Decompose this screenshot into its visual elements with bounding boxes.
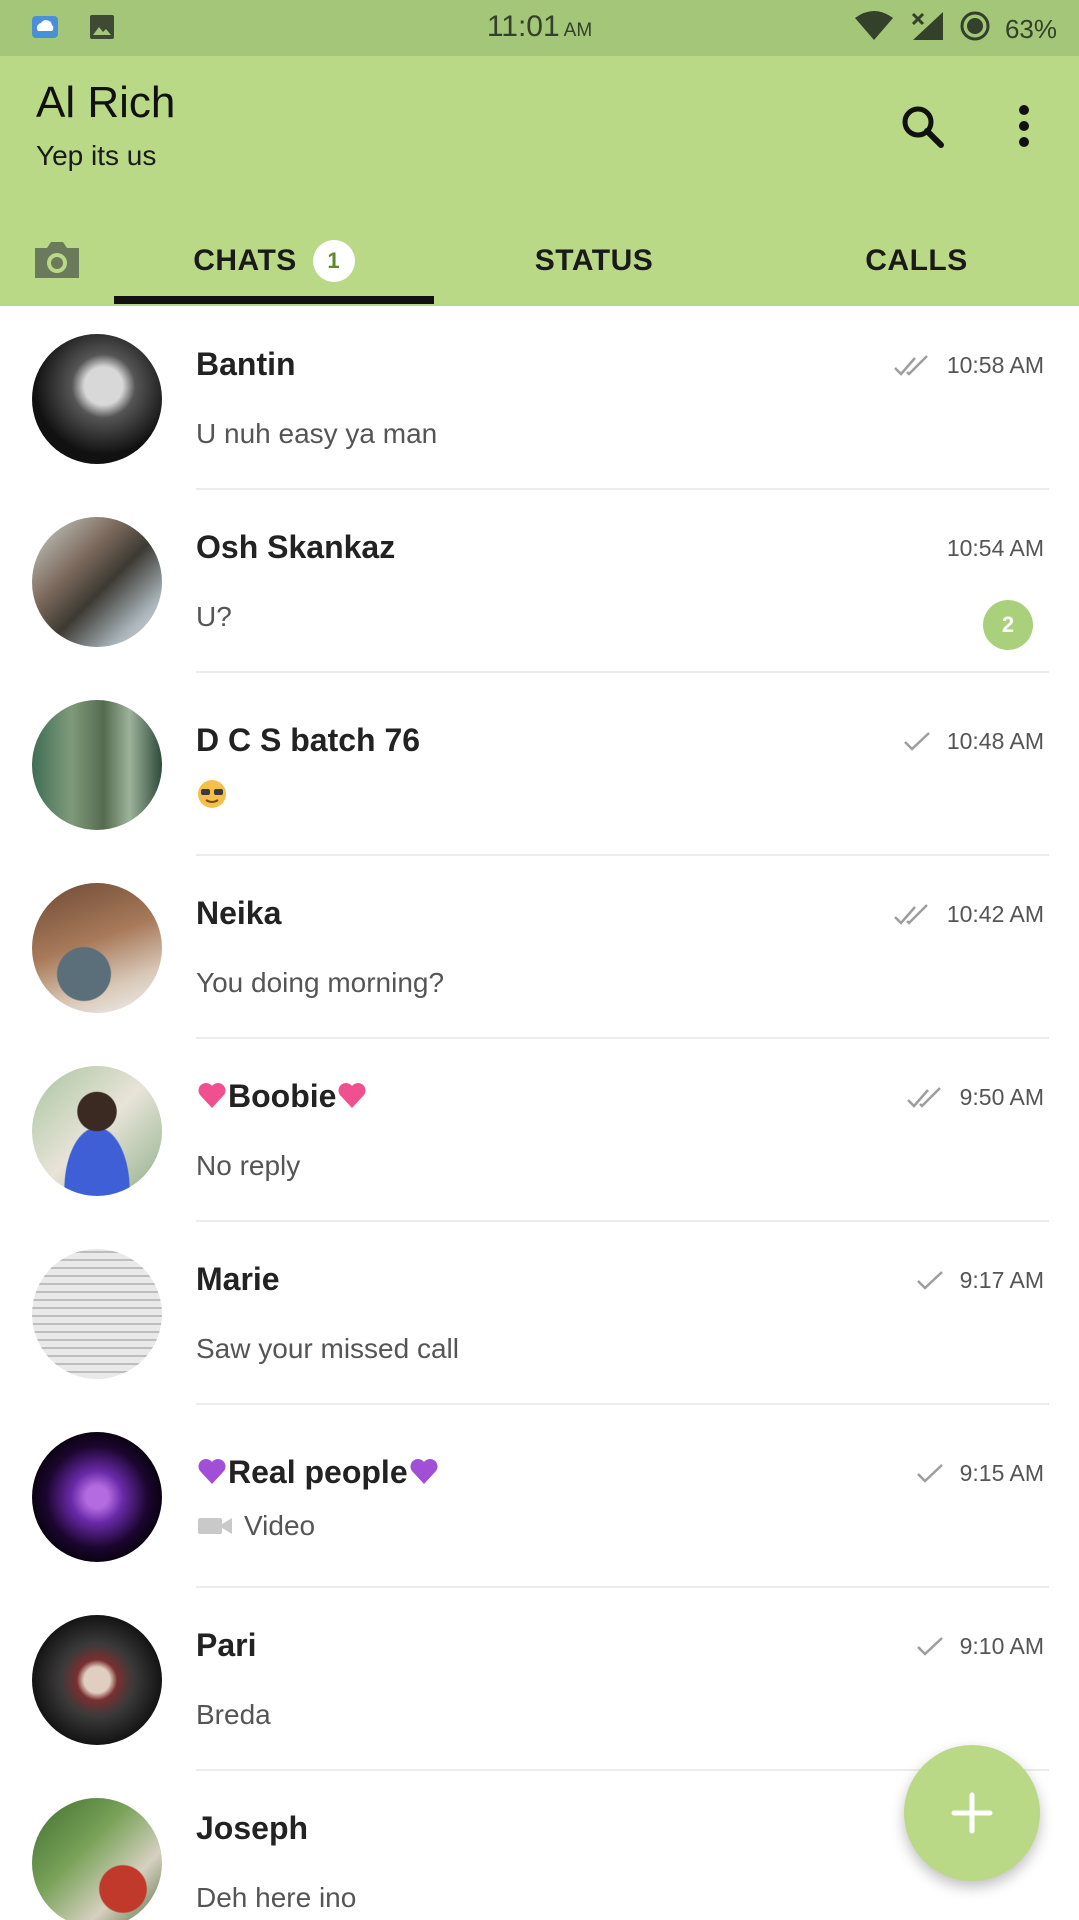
chat-row[interactable]: Boobie No reply 9:50 AM (0, 1038, 1079, 1222)
purple-heart-emoji-icon (198, 1459, 226, 1484)
chat-preview (196, 778, 228, 810)
chat-time-area: 10:48 AM (901, 728, 1044, 755)
chat-name-text: Boobie (228, 1078, 337, 1114)
chat-time: 9:10 AM (959, 1633, 1044, 1659)
avatar (32, 700, 162, 830)
chat-name: Joseph (196, 1810, 309, 1846)
tab-chats[interactable]: CHATS 1 (114, 216, 434, 306)
chat-preview: You doing morning? (196, 967, 445, 998)
cell-signal-icon (909, 10, 945, 49)
chat-time-area: 9:10 AM (914, 1633, 1044, 1660)
chat-time-area: 9:50 AM (906, 1084, 1044, 1111)
chat-preview: Breda (196, 1699, 271, 1730)
chat-preview: Video (196, 1510, 315, 1542)
single-check-icon (916, 1463, 943, 1483)
tab-bar: CHATS 1 STATUS CALLS (0, 216, 1079, 306)
search-icon (902, 106, 944, 148)
avatar (32, 1615, 162, 1745)
chats-unread-badge: 1 (312, 240, 355, 282)
chat-row[interactable]: Marie Saw your missed call 9:17 AM (0, 1221, 1079, 1405)
unread-count-badge: 2 (983, 600, 1033, 650)
double-check-icon (906, 1086, 941, 1108)
tab-chats-label: CHATS (193, 244, 297, 277)
chat-preview: Saw your missed call (196, 1333, 459, 1364)
sunglasses-emoji-icon (198, 780, 226, 808)
page-subtitle: Yep its us (36, 140, 157, 171)
camera-icon (35, 242, 79, 278)
chat-row[interactable]: Neika You doing morning? 10:42 AM (0, 855, 1079, 1039)
pink-heart-emoji-icon (198, 1083, 226, 1108)
whatsapp-chats-screen: 11:01 AM 63% Al Rich Yep its us CHATS 1 … (0, 0, 1079, 1920)
status-bar: 11:01 AM 63% (0, 0, 1079, 56)
avatar (32, 1432, 162, 1562)
avatar (32, 1798, 162, 1920)
chat-time-area: 9:17 AM (914, 1267, 1044, 1294)
tab-status-label: STATUS (534, 244, 654, 277)
purple-heart-emoji-icon (410, 1459, 438, 1484)
single-check-icon (916, 1636, 943, 1656)
chat-preview: U? (196, 601, 232, 632)
chat-name: Marie (196, 1261, 280, 1297)
chat-row[interactable]: Real people Video 9:15 AM (0, 1404, 1079, 1588)
wifi-icon (853, 10, 895, 49)
chat-time: 9:15 AM (959, 1460, 1044, 1486)
more-options-button[interactable] (994, 96, 1054, 156)
avatar (32, 883, 162, 1013)
chat-time: 10:58 AM (946, 352, 1044, 378)
chat-preview-text: Video (244, 1510, 316, 1541)
chat-preview: No reply (196, 1150, 301, 1181)
chat-time-area: 10:58 AM (893, 352, 1044, 379)
chat-time-area: 9:15 AM (914, 1460, 1044, 1487)
battery-percent: 63% (1004, 14, 1057, 44)
chat-row[interactable]: Bantin U nuh easy ya man 10:58 AM (0, 306, 1079, 490)
chat-time: 9:17 AM (959, 1267, 1044, 1293)
tab-status[interactable]: STATUS (434, 216, 754, 306)
avatar (32, 1066, 162, 1196)
plus-icon (951, 1792, 993, 1834)
tab-calls[interactable]: CALLS (754, 216, 1079, 306)
double-check-icon (893, 354, 928, 376)
chat-name: Neika (196, 895, 282, 931)
chat-time: 10:48 AM (946, 728, 1044, 754)
chat-row[interactable]: D C S batch 76 10:48 AM (0, 672, 1079, 856)
pink-heart-emoji-icon (338, 1083, 366, 1108)
tab-camera[interactable] (22, 230, 92, 290)
chat-row[interactable]: Pari Breda 9:10 AM (0, 1587, 1079, 1771)
chat-name-text: Real people (228, 1454, 408, 1490)
single-check-icon (916, 1270, 943, 1290)
more-vert-icon (1019, 105, 1029, 147)
status-bar-indicators: 63% (853, 10, 1057, 49)
app-bar: Al Rich Yep its us CHATS 1 STATUS CALLS (0, 56, 1079, 306)
chat-time-area: 10:42 AM (893, 901, 1044, 928)
chat-name: D C S batch 76 (196, 722, 421, 758)
avatar (32, 517, 162, 647)
avatar (32, 1249, 162, 1379)
page-title: Al Rich (36, 78, 176, 127)
chat-preview: U nuh easy ya man (196, 418, 438, 449)
chat-time-area: 10:54 AM (947, 535, 1044, 562)
chat-preview: Deh here ino (196, 1882, 357, 1913)
double-check-icon (893, 903, 928, 925)
chat-row[interactable]: Osh Skankaz U? 10:54 AM 2 (0, 489, 1079, 673)
chat-name: Bantin (196, 346, 296, 382)
chat-time: 10:42 AM (946, 901, 1044, 927)
new-chat-button[interactable] (904, 1745, 1040, 1881)
chat-name: Osh Skankaz (196, 529, 396, 565)
chat-time: 10:54 AM (946, 535, 1044, 561)
video-icon (198, 1518, 232, 1534)
search-button[interactable] (892, 96, 952, 156)
chat-name: Real people (196, 1454, 440, 1491)
chat-time: 9:50 AM (959, 1084, 1044, 1110)
chat-name: Pari (196, 1627, 257, 1663)
battery-saver-icon (959, 10, 991, 49)
tab-calls-label: CALLS (865, 244, 968, 277)
chat-name: Boobie (196, 1078, 368, 1115)
single-check-icon (903, 731, 930, 751)
avatar (32, 334, 162, 464)
active-tab-indicator (114, 296, 434, 304)
